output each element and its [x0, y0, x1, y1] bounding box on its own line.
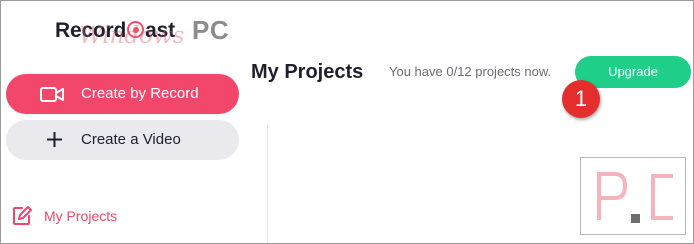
- create-by-record-button[interactable]: Create by Record: [6, 74, 239, 114]
- watermark-pc-logo-icon: [597, 172, 673, 223]
- create-video-button[interactable]: Create a Video: [6, 120, 239, 160]
- sidebar-item-my-projects[interactable]: My Projects: [11, 205, 117, 227]
- project-quota-text: You have 0/12 projects now.: [389, 64, 552, 79]
- app-window: Record ast Windows PC Create by Record Cr…: [0, 0, 694, 244]
- page-title: My Projects: [251, 61, 364, 83]
- step-number-badge: 1: [562, 80, 600, 118]
- watermark-script-text: Windows: [79, 23, 185, 49]
- watermark-logo: [580, 157, 686, 235]
- create-video-label: Create a Video: [81, 131, 181, 148]
- create-by-record-label: Create by Record: [81, 85, 199, 102]
- sidebar-divider: [267, 125, 268, 243]
- edit-icon: [11, 205, 33, 227]
- plus-icon: [47, 132, 62, 152]
- watermark-pc-text: PC: [192, 15, 230, 45]
- video-camera-icon: [40, 87, 64, 107]
- sidebar-item-label: My Projects: [44, 208, 118, 224]
